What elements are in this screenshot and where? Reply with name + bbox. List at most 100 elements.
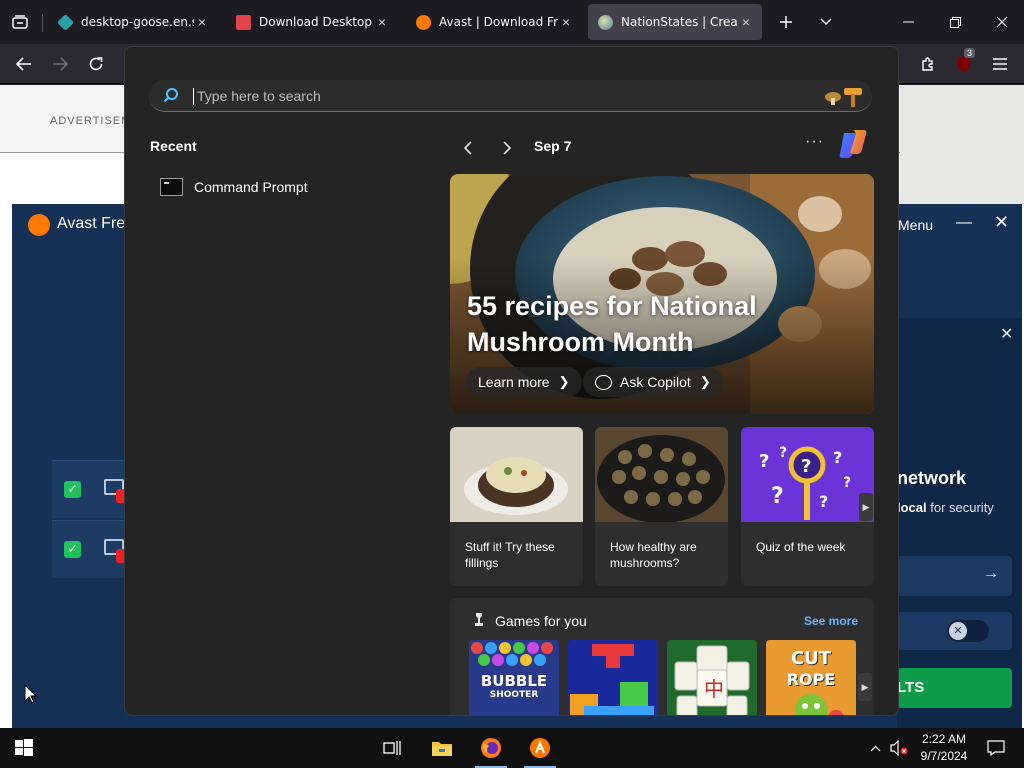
panel-close-icon[interactable]: ✕ <box>1000 324 1013 344</box>
window-minimize-icon[interactable] <box>890 8 926 36</box>
panel-cta-button[interactable]: LTS <box>897 668 1012 708</box>
tab-separator <box>42 14 43 32</box>
task-view-icon[interactable] <box>368 728 416 768</box>
game-tile-cut-the-rope[interactable]: CUT ROPE <box>766 640 856 715</box>
game-tile-blocks[interactable] <box>568 640 658 715</box>
avast-device-row[interactable]: ✓ <box>52 460 132 518</box>
tab-close-icon[interactable]: × <box>738 14 754 30</box>
mouse-pointer-icon <box>24 684 37 704</box>
feed-next-chevron-right-icon[interactable] <box>494 135 520 161</box>
window-close-icon[interactable] <box>984 8 1020 36</box>
learn-more-label: Learn more <box>478 374 550 390</box>
extensions-puzzle-icon[interactable] <box>914 50 942 78</box>
hero-news-card[interactable]: 55 recipes for National Mushroom Month L… <box>450 174 874 414</box>
cut-the-rope-title-bottom: ROPE <box>786 670 836 689</box>
list-all-tabs-chevron-down-icon[interactable] <box>812 8 840 36</box>
taskbar-clock[interactable]: 2:22 AM 9/7/2024 <box>914 731 974 765</box>
hero-headline[interactable]: 55 recipes for National Mushroom Month <box>467 288 787 360</box>
svg-text:?: ? <box>819 492 828 511</box>
clock-time: 2:22 AM <box>921 732 967 746</box>
panel-title: network <box>897 468 967 488</box>
see-more-link[interactable]: See more <box>804 614 858 628</box>
file-explorer-folder-icon[interactable] <box>418 728 466 768</box>
ublock-shield-icon[interactable]: 3 <box>950 48 978 78</box>
recent-item-command-prompt[interactable]: Command Prompt <box>150 172 430 202</box>
browser-tab-bar: desktop-goose.en.softo × Download Deskto… <box>0 0 1024 44</box>
avast-close-icon[interactable]: ✕ <box>994 212 1009 233</box>
command-prompt-icon <box>160 178 183 196</box>
taskbar: 2:22 AM 9/7/2024 <box>0 728 1024 768</box>
checkbox-checked-icon[interactable]: ✓ <box>64 541 81 558</box>
mushroom-hammer-doodle-icon <box>825 88 862 107</box>
games-next-arrow-icon[interactable]: ▶ <box>858 673 872 701</box>
window-restore-icon[interactable] <box>937 8 973 36</box>
feed-date: Sep 7 <box>534 138 572 154</box>
svg-text:?: ? <box>771 484 784 509</box>
arrow-right-icon[interactable]: → <box>983 565 999 583</box>
avast-logo-icon <box>28 214 50 236</box>
app-menu-hamburger-icon[interactable] <box>986 50 1014 78</box>
tab-close-icon[interactable]: × <box>374 14 390 30</box>
bubble-shooter-title: BUBBLE <box>480 672 548 690</box>
browser-tab-3[interactable]: Avast | Download Free A × <box>406 4 582 40</box>
copilot-logo-icon[interactable] <box>838 129 870 159</box>
firefox-taskbar-icon[interactable] <box>467 728 515 768</box>
notifications-action-center-icon[interactable] <box>984 728 1008 768</box>
avast-side-panel: ✕ network local for security → ✕ LTS <box>897 318 1022 728</box>
checkbox-checked-icon[interactable]: ✓ <box>64 481 81 498</box>
avast-device-row[interactable]: ✓ <box>52 520 132 578</box>
back-arrow-icon[interactable] <box>10 50 38 78</box>
mahjong-art: 中 <box>667 640 757 715</box>
panel-input-field[interactable]: → <box>897 556 1012 596</box>
stone-texture-image <box>900 85 1024 205</box>
avast-menu-button[interactable]: Menu <box>898 217 933 233</box>
new-tab-icon[interactable] <box>772 8 800 36</box>
search-box[interactable] <box>149 80 872 112</box>
news-card-2[interactable]: How healthy are mushrooms? <box>595 427 728 586</box>
tab-close-icon[interactable]: × <box>558 14 574 30</box>
reload-icon[interactable] <box>82 50 110 78</box>
search-input[interactable] <box>193 82 793 110</box>
tab-close-icon[interactable]: × <box>194 14 210 30</box>
chevron-right-icon: ❯ <box>558 374 570 389</box>
toggle-off-icon: ✕ <box>949 622 967 640</box>
browser-tab-1[interactable]: desktop-goose.en.softo × <box>48 4 218 40</box>
svg-text:?: ? <box>759 451 769 472</box>
ask-copilot-button[interactable]: Ask Copilot ❯ <box>583 367 723 397</box>
forward-arrow-icon[interactable] <box>46 50 74 78</box>
volume-muted-icon[interactable] <box>888 728 910 768</box>
toggle-switch[interactable]: ✕ <box>947 620 989 642</box>
game-tile-bubble-shooter[interactable]: BUBBLE SHOOTER <box>469 640 559 715</box>
cut-the-rope-title-top: CUT <box>790 648 832 669</box>
bubble-shooter-subtitle: SHOOTER <box>489 690 539 700</box>
cards-next-arrow-icon[interactable]: ▶ <box>859 493 873 521</box>
browser-tab-4-active[interactable]: NationStates | Create a × <box>588 4 762 40</box>
chevron-right-icon: ❯ <box>699 374 711 389</box>
show-hidden-icons-chevron-up-icon[interactable] <box>864 728 886 768</box>
svg-text:?: ? <box>833 448 842 467</box>
text-caret <box>193 88 194 105</box>
windows-start-icon[interactable] <box>0 728 48 768</box>
games-heading: Games for you <box>495 613 587 629</box>
clock-date: 9/7/2024 <box>920 749 968 763</box>
news-card-1[interactable]: Stuff it! Try these fillings <box>450 427 583 586</box>
avast-minimize-icon[interactable]: — <box>956 214 972 232</box>
start-search-panel: Recent Command Prompt Sep 7 ··· <box>124 46 899 716</box>
tab-favicon-icon <box>236 14 251 30</box>
tab-favicon-icon <box>598 14 613 30</box>
browser-tab-2[interactable]: Download Desktop Goo × <box>226 4 398 40</box>
learn-more-button[interactable]: Learn more ❯ <box>466 367 582 397</box>
tab-title: desktop-goose.en.softo <box>81 15 194 29</box>
tab-favicon-icon <box>57 13 74 31</box>
tab-overview-icon[interactable] <box>0 0 40 44</box>
tab-title: Download Desktop Goo <box>259 15 374 29</box>
game-tile-mahjong[interactable]: 中 <box>667 640 757 715</box>
recent-heading: Recent <box>150 138 197 154</box>
feed-previous-chevron-left-icon[interactable] <box>454 135 480 161</box>
more-options-ellipsis-icon[interactable]: ··· <box>805 133 824 151</box>
panel-subtitle-bold: local <box>897 500 927 515</box>
news-card-3[interactable]: ?? ?? ?? ? Quiz of the week <box>741 427 874 586</box>
svg-text:?: ? <box>779 445 787 461</box>
tab-title: Avast | Download Free A <box>439 15 558 29</box>
avast-taskbar-icon[interactable] <box>516 728 564 768</box>
